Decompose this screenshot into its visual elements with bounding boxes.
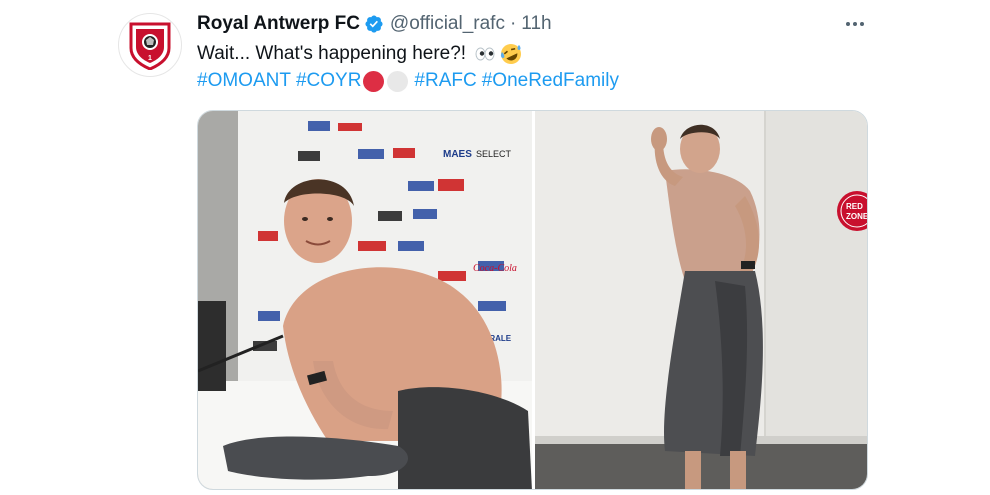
tweet-text: Wait... What's happening here?! — [197, 42, 522, 66]
photo-dressing-room[interactable]: RED ZONE — [535, 111, 867, 489]
separator: · — [509, 13, 517, 34]
hashtag-coyr[interactable]: #COYR — [296, 69, 361, 93]
user-handle[interactable]: @official_rafc — [390, 12, 505, 36]
hashtag-rafc[interactable]: #RAFC — [414, 69, 476, 93]
display-name[interactable]: Royal Antwerp FC — [197, 12, 360, 36]
eyes-icon — [474, 43, 496, 65]
sign-zone: ZONE — [846, 212, 867, 221]
club-crest-icon: 1 — [129, 22, 171, 70]
tweet[interactable]: 1 Royal Antwerp FC @official_rafc · 11h … — [0, 0, 990, 495]
sponsor-select: SELECT — [476, 149, 512, 159]
verified-badge-icon — [364, 14, 384, 34]
more-options-button[interactable] — [838, 10, 872, 38]
photo-press-conference[interactable]: MAES SELECT Coca-Cola FEDERALE — [198, 111, 532, 489]
white-circle-icon — [387, 70, 409, 92]
hashtags-line: #OMOANT #COYR #RAFC #OneRedFamily — [197, 69, 619, 93]
hashtag-omoant[interactable]: #OMOANT — [197, 69, 291, 93]
sponsor-coca-cola: Coca-Cola — [473, 263, 517, 274]
more-horizontal-icon — [846, 22, 864, 26]
tweet-text-body: Wait... What's happening here?! — [197, 43, 467, 64]
avatar[interactable]: 1 — [118, 13, 182, 77]
tweet-header: Royal Antwerp FC @official_rafc · 11h — [197, 12, 552, 36]
sign-red: RED — [846, 202, 863, 211]
red-circle-icon — [363, 70, 385, 92]
media-grid: MAES SELECT Coca-Cola FEDERALE — [197, 110, 868, 490]
crest-number: 1 — [148, 55, 152, 62]
hashtag-oneredfamily[interactable]: #OneRedFamily — [482, 69, 619, 93]
rolling-laughing-icon — [500, 43, 522, 65]
timestamp[interactable]: 11h — [521, 12, 551, 36]
sponsor-maes: MAES — [443, 149, 472, 160]
